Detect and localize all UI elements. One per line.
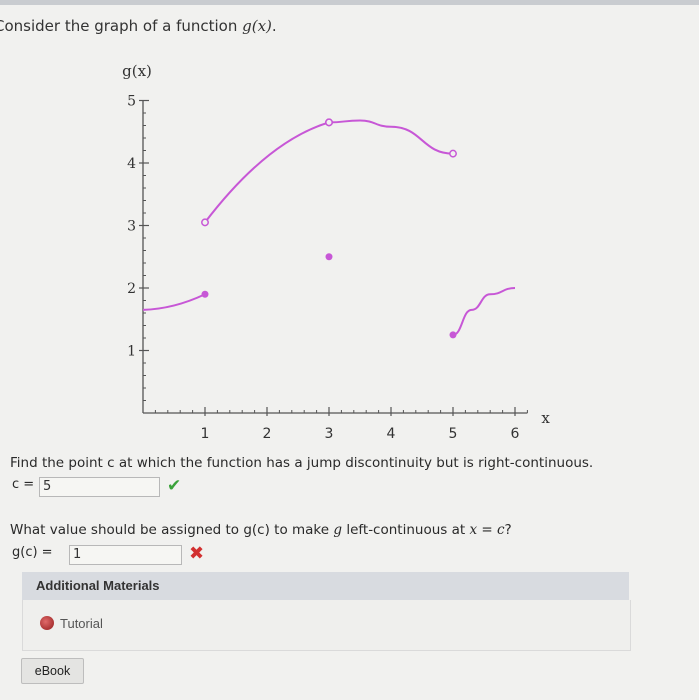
x-tick-label: 1 xyxy=(201,426,210,442)
x-tick-label: 3 xyxy=(325,426,334,442)
graph-marks xyxy=(142,118,516,339)
y-tick-label: 5 xyxy=(127,94,136,110)
y-axis-label: g(x) xyxy=(122,62,152,80)
tutorial-link[interactable]: Tutorial xyxy=(60,616,103,631)
y-tick-label: 4 xyxy=(127,156,136,172)
tutorial-icon[interactable] xyxy=(40,616,54,630)
y-tick-label: 3 xyxy=(127,219,136,235)
x-tick-label: 5 xyxy=(449,426,458,442)
function-graph: 1 2 3 4 5 6 1 2 3 4 5 g(x) x xyxy=(122,62,550,442)
correct-check-icon: ✔ xyxy=(167,476,182,496)
additional-materials-header: Additional Materials xyxy=(22,572,629,601)
open-endpoint xyxy=(449,149,457,158)
x-tick-label: 4 xyxy=(387,426,396,442)
y-tick-label: 2 xyxy=(127,281,136,297)
x-tick-label: 6 xyxy=(511,426,520,442)
curve-segment xyxy=(142,293,206,311)
question-2-text: What value should be assigned to g(c) to… xyxy=(10,522,512,538)
answer-c-label: c = xyxy=(12,477,35,492)
answer-gc-label: g(c) = xyxy=(12,545,53,560)
curve-segment xyxy=(204,121,330,223)
answer-c-input[interactable]: 5 xyxy=(39,477,160,497)
closed-endpoint xyxy=(449,331,457,339)
materials-panel xyxy=(22,600,631,651)
answer-gc-input[interactable]: 1 xyxy=(69,545,182,565)
isolated-point xyxy=(325,253,333,261)
x-axis-label: x xyxy=(541,409,550,427)
graph-axes: 1 2 3 4 5 6 1 2 3 4 5 g(x) x xyxy=(122,62,550,442)
open-endpoint xyxy=(325,118,333,127)
curve-segment xyxy=(452,287,516,336)
y-tick-label: 1 xyxy=(127,344,136,360)
question-1-text: Find the point c at which the function h… xyxy=(10,455,594,471)
additional-materials-title: Additional Materials xyxy=(36,578,160,593)
closed-endpoint xyxy=(201,290,209,298)
curve-segment xyxy=(328,119,454,155)
x-tick-label: 2 xyxy=(263,426,272,442)
ebook-button[interactable]: eBook xyxy=(21,658,84,684)
incorrect-x-icon: ✖ xyxy=(189,543,205,564)
open-endpoint xyxy=(201,218,209,227)
